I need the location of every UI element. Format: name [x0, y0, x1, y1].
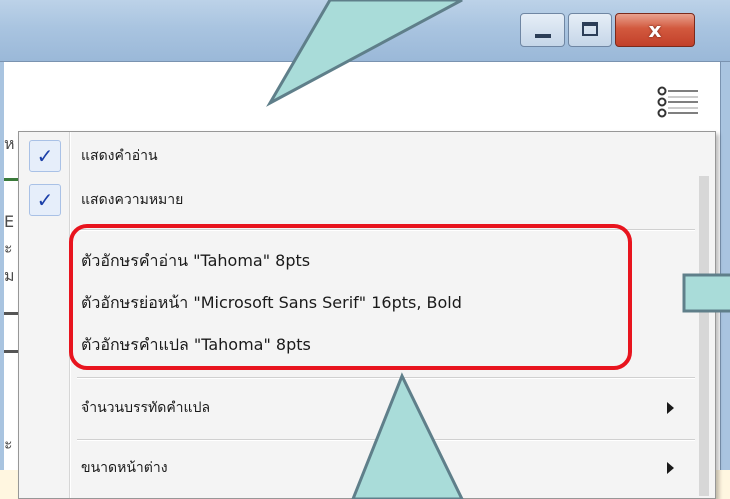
- background-text-fragment: ม: [4, 266, 15, 285]
- background-text-fragment: ะ: [4, 238, 13, 257]
- window-frame-right: [720, 62, 730, 499]
- checkmark-icon: ✓: [29, 184, 61, 216]
- minimize-button[interactable]: [520, 13, 565, 47]
- background-text-fragment: ะ: [4, 434, 13, 453]
- close-button[interactable]: x: [615, 13, 695, 47]
- menu-item-label: ขนาดหน้าต่าง: [81, 460, 168, 476]
- menu-item-label: จำนวนบรรทัดคำแปล: [81, 400, 211, 416]
- submenu-arrow-icon: [667, 462, 674, 474]
- menu-separator: [77, 377, 695, 379]
- highlight-box: [69, 224, 632, 370]
- submenu-arrow-icon: [667, 402, 674, 414]
- list-menu-icon[interactable]: [652, 83, 700, 123]
- menu-item-label: แสดงความหมาย: [81, 192, 184, 208]
- scrollbar[interactable]: [699, 176, 709, 496]
- maximize-button[interactable]: [568, 13, 612, 47]
- menu-item-show-reading[interactable]: ✓ แสดงคำอ่าน: [19, 136, 699, 176]
- menu-item-window-size[interactable]: ขนาดหน้าต่าง: [19, 448, 699, 488]
- window-titlebar: x: [0, 0, 730, 62]
- maximize-icon: [582, 22, 598, 36]
- background-text-fragment: ห: [4, 134, 15, 153]
- menu-item-show-meaning[interactable]: ✓ แสดงความหมาย: [19, 180, 699, 220]
- menu-separator: [77, 439, 695, 441]
- minimize-icon: [535, 34, 551, 38]
- background-text-fragment: E: [4, 212, 15, 231]
- menu-item-label: แสดงคำอ่าน: [81, 148, 158, 164]
- checkmark-icon: ✓: [29, 140, 61, 172]
- menu-item-translation-lines[interactable]: จำนวนบรรทัดคำแปล: [19, 388, 699, 428]
- close-icon: x: [648, 18, 662, 42]
